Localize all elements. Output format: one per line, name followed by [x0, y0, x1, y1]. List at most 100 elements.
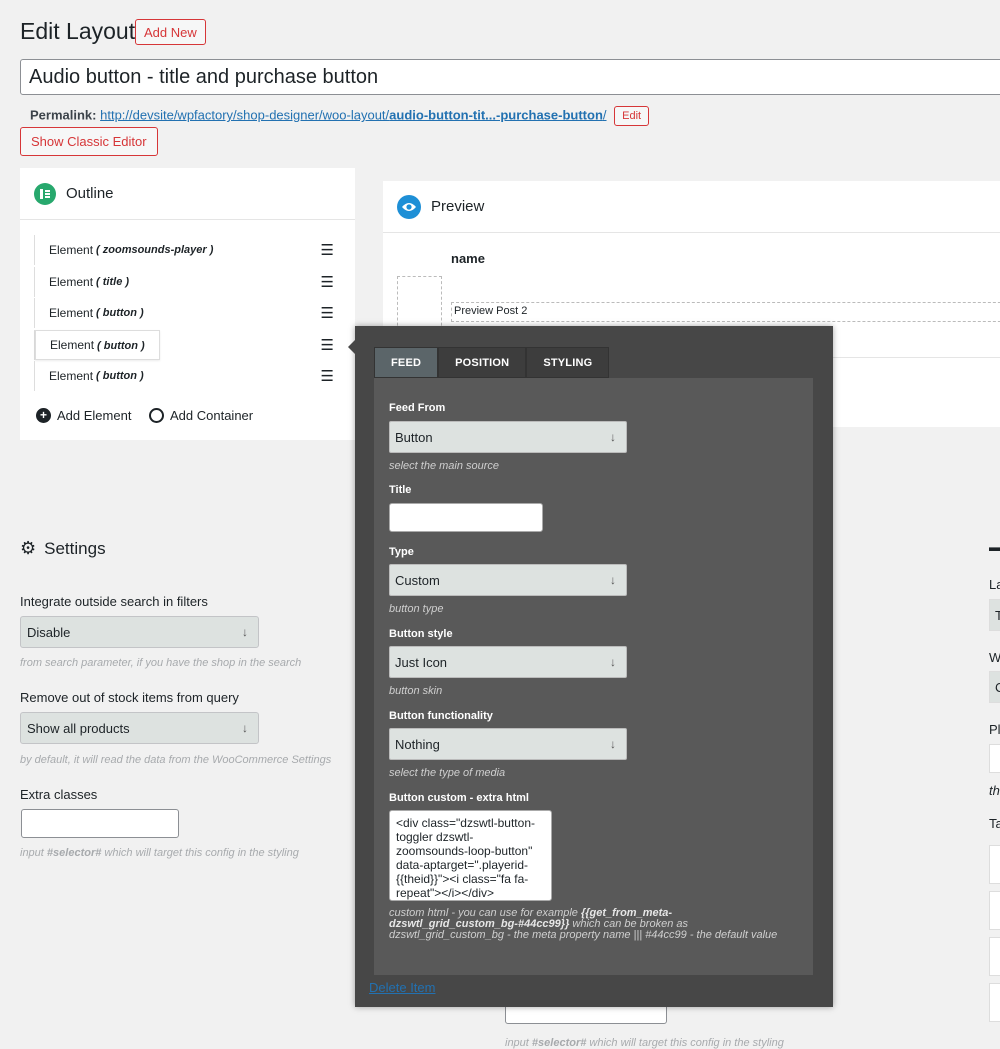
help-text: which will target this config in the sty…	[101, 847, 299, 859]
outline-element[interactable]: Element( zoomsounds-player ) ☰	[34, 235, 334, 265]
tab-feed[interactable]: FEED	[374, 347, 439, 378]
element-label: Element	[49, 243, 94, 257]
tab-position[interactable]: POSITION	[438, 347, 527, 378]
permalink: Permalink: http://devsite/wpfactory/shop…	[30, 106, 650, 126]
delete-item-link[interactable]: Delete Item	[369, 980, 435, 995]
outline-panel: Outline Element( zoomsounds-player ) ☰ E…	[20, 168, 355, 440]
title-input[interactable]	[389, 503, 543, 532]
right-label-1: La	[989, 577, 1000, 592]
add-container-label: Add Container	[170, 408, 254, 423]
add-container-button[interactable]: Add Container	[149, 408, 253, 423]
add-element-button[interactable]: + Add Element	[36, 408, 131, 423]
type-help: button type	[389, 603, 444, 615]
arrow-down-icon: ↓	[610, 430, 616, 444]
integrate-search-select[interactable]: Disable ↓	[20, 616, 259, 648]
post-title-input[interactable]	[20, 59, 1000, 95]
outline-element[interactable]: Element( button ) ☰	[34, 298, 334, 328]
permalink-label: Permalink:	[30, 107, 97, 123]
right-select-1[interactable]: T	[989, 599, 1000, 631]
active-element-pill: Element( button )	[35, 330, 160, 360]
permalink-base: http://devsite/wpfactory/shop-designer/w…	[100, 107, 390, 123]
type-label: Type	[389, 546, 414, 558]
integrate-search-help: from search parameter, if you have the s…	[20, 657, 302, 669]
remove-stock-label: Remove out of stock items from query	[20, 690, 239, 705]
custom-html-textarea[interactable]: <div class="dzswtl-button-toggler dzswtl…	[389, 810, 552, 901]
element-label: Element	[49, 306, 94, 320]
button-functionality-help: select the type of media	[389, 767, 506, 779]
outline-element[interactable]: Element( title ) ☰	[34, 267, 334, 297]
outline-header: Outline	[20, 168, 355, 220]
remove-stock-select[interactable]: Show all products ↓	[20, 712, 259, 744]
select-value: Just Icon	[395, 654, 448, 670]
gear-icon: ⚙	[20, 538, 37, 558]
right-row[interactable]	[989, 937, 1000, 976]
right-select-2[interactable]: C	[989, 671, 1000, 703]
right-row[interactable]	[989, 845, 1000, 884]
bottom-help: input #selector# which will target this …	[505, 1037, 784, 1049]
remove-stock-help: by default, it will read the data from t…	[20, 754, 332, 766]
select-value: Button	[395, 429, 433, 445]
element-label: Element	[50, 338, 95, 352]
outline-element-active[interactable]: Element( button ) ☰	[34, 330, 334, 360]
arrow-down-icon: ↓	[610, 655, 616, 669]
hamburger-menu-icon[interactable]: ☰	[321, 367, 334, 385]
show-classic-editor-button[interactable]: Show Classic Editor	[20, 127, 158, 156]
help-text: which will target this config in the sty…	[586, 1037, 784, 1049]
element-label: Element	[49, 369, 94, 383]
feed-from-label: Feed From	[389, 402, 446, 414]
help-selector: #selector#	[531, 1037, 587, 1049]
select-value: Custom	[395, 572, 440, 588]
arrow-down-icon: ↓	[610, 573, 616, 587]
hamburger-menu-icon[interactable]: ☰	[321, 336, 334, 354]
select-value: C	[995, 680, 1000, 695]
permalink-slug: audio-button-tit...-purchase-button	[389, 107, 603, 123]
feed-from-select[interactable]: Button ↓	[389, 421, 627, 453]
hamburger-menu-icon[interactable]: ☰	[321, 273, 334, 291]
help-text: input	[20, 847, 47, 859]
type-select[interactable]: Custom ↓	[389, 564, 627, 596]
title-label: Title	[389, 484, 412, 496]
extra-classes-input[interactable]	[21, 809, 179, 838]
right-label-2: W	[989, 650, 1000, 665]
arrow-down-icon: ↓	[242, 721, 248, 735]
add-new-button[interactable]: Add New	[135, 19, 206, 45]
permalink-link[interactable]: http://devsite/wpfactory/shop-designer/w…	[100, 107, 606, 122]
integrate-search-label: Integrate outside search in filters	[20, 594, 208, 609]
button-functionality-select[interactable]: Nothing ↓	[389, 728, 627, 760]
button-style-label: Button style	[389, 628, 453, 640]
preview-header: Preview	[383, 181, 1000, 233]
right-input-3[interactable]	[989, 744, 1000, 773]
extra-classes-label: Extra classes	[20, 787, 98, 802]
right-label-3: Pl	[989, 722, 1000, 737]
folder-icon: ▬	[989, 540, 1000, 554]
preview-post-title: Preview Post 2	[451, 302, 1000, 322]
page-title: Edit Layout	[20, 18, 136, 44]
permalink-edit-button[interactable]: Edit	[614, 106, 650, 126]
outline-element[interactable]: Element( button ) ☰	[34, 361, 334, 391]
right-row[interactable]	[989, 891, 1000, 930]
preview-title: Preview	[431, 198, 485, 215]
element-settings-popup: FEED POSITION STYLING Feed From Button ↓…	[348, 326, 833, 1007]
hamburger-menu-icon[interactable]: ☰	[321, 304, 334, 322]
select-value: T	[995, 608, 1000, 623]
select-value: Show all products	[27, 720, 130, 736]
popup-body: Feed From Button ↓ select the main sourc…	[374, 378, 813, 975]
element-label: Element	[49, 275, 94, 289]
outline-logo-icon	[34, 182, 56, 205]
permalink-end: /	[602, 107, 607, 123]
circle-outline-icon	[149, 408, 164, 423]
select-value: Nothing	[395, 736, 440, 752]
hamburger-menu-icon[interactable]: ☰	[321, 241, 334, 259]
button-style-select[interactable]: Just Icon ↓	[389, 646, 627, 678]
help-selector: #selector#	[46, 847, 102, 859]
plus-circle-icon: +	[36, 408, 51, 423]
popup-pointer	[348, 340, 355, 354]
element-tag: ( title )	[96, 276, 130, 288]
preview-column-name: name	[451, 251, 485, 266]
right-row[interactable]	[989, 983, 1000, 1022]
eye-icon	[397, 194, 421, 219]
extra-classes-help: input #selector# which will target this …	[20, 847, 299, 859]
add-element-label: Add Element	[57, 408, 132, 423]
tab-styling[interactable]: STYLING	[526, 347, 610, 378]
button-style-help: button skin	[389, 685, 443, 697]
